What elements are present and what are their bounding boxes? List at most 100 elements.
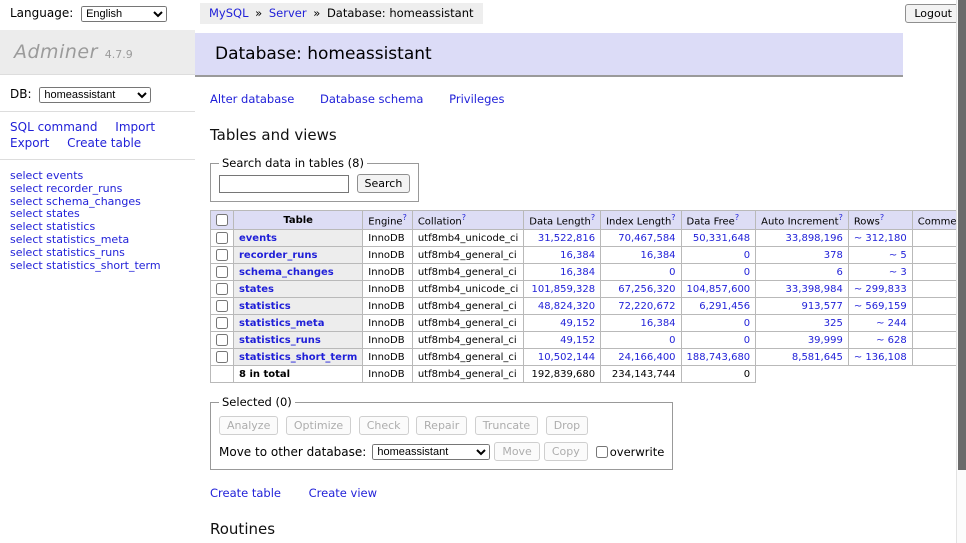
row-checkbox[interactable] xyxy=(216,351,228,363)
data-free-link[interactable]: 50,331,648 xyxy=(693,233,750,244)
index-length-link[interactable]: 67,256,320 xyxy=(618,284,675,295)
data-length-link[interactable]: 49,152 xyxy=(560,318,595,329)
row-checkbox[interactable] xyxy=(216,232,228,244)
table-name-link[interactable]: statistics xyxy=(239,301,291,312)
breadcrumb-server-link[interactable]: Server xyxy=(269,6,307,20)
search-button[interactable]: Search xyxy=(357,174,411,193)
table-name-link[interactable]: statistics_meta xyxy=(239,318,324,329)
auto-increment-link[interactable]: 8,581,645 xyxy=(792,352,843,363)
create-table-link[interactable]: Create table xyxy=(210,486,281,500)
rows-count-link[interactable]: ~ 312,180 xyxy=(854,233,907,244)
index-length-link[interactable]: 0 xyxy=(669,267,675,278)
database-schema-link[interactable]: Database schema xyxy=(320,92,423,106)
move-button[interactable]: Move xyxy=(494,442,540,461)
auto-increment-link[interactable]: 39,999 xyxy=(808,335,843,346)
rows-count-link[interactable]: ~ 244 xyxy=(876,318,907,329)
search-input[interactable] xyxy=(219,175,349,193)
data-length-link[interactable]: 48,824,320 xyxy=(538,301,595,312)
help-icon[interactable]: ? xyxy=(839,213,843,222)
table-name-link[interactable]: statistics_short_term xyxy=(239,352,357,363)
auto-increment-link[interactable]: 325 xyxy=(824,318,843,329)
data-free-link[interactable]: 0 xyxy=(744,318,750,329)
help-icon[interactable]: ? xyxy=(880,213,884,222)
help-icon[interactable]: ? xyxy=(462,213,466,222)
move-database-select[interactable]: homeassistant xyxy=(372,444,490,460)
auto-increment-link[interactable]: 33,898,196 xyxy=(786,233,843,244)
table-name-link[interactable]: states xyxy=(239,284,274,295)
row-checkbox[interactable] xyxy=(216,283,228,295)
scrollbar-thumb[interactable] xyxy=(958,0,966,470)
row-checkbox[interactable] xyxy=(216,317,228,329)
data-length-link[interactable]: 16,384 xyxy=(560,267,595,278)
index-length-link[interactable]: 24,166,400 xyxy=(618,352,675,363)
help-icon[interactable]: ? xyxy=(671,213,675,222)
rows-count-link[interactable]: ~ 628 xyxy=(876,335,907,346)
data-length-link[interactable]: 49,152 xyxy=(560,335,595,346)
export-link[interactable]: Export xyxy=(10,136,49,150)
index-length-link[interactable]: 72,220,672 xyxy=(618,301,675,312)
data-free-link[interactable]: 0 xyxy=(744,267,750,278)
privileges-link[interactable]: Privileges xyxy=(449,92,504,106)
overwrite-checkbox[interactable] xyxy=(596,446,608,458)
drop-button[interactable]: Drop xyxy=(546,416,588,435)
select-statistics-runs-link[interactable]: select statistics_runs xyxy=(10,246,125,259)
logout-button[interactable]: Logout xyxy=(905,4,961,23)
create-view-link[interactable]: Create view xyxy=(309,486,377,500)
help-icon[interactable]: ? xyxy=(403,213,407,222)
data-length-link[interactable]: 10,502,144 xyxy=(538,352,595,363)
table-name-link[interactable]: recorder_runs xyxy=(239,250,317,261)
check-button[interactable]: Check xyxy=(359,416,409,435)
data-free-link[interactable]: 0 xyxy=(744,335,750,346)
select-states-link[interactable]: select states xyxy=(10,207,80,220)
row-checkbox[interactable] xyxy=(216,300,228,312)
help-icon[interactable]: ? xyxy=(591,213,595,222)
row-checkbox[interactable] xyxy=(216,334,228,346)
help-icon[interactable]: ? xyxy=(735,213,739,222)
breadcrumb-mysql-link[interactable]: MySQL xyxy=(209,6,249,20)
auto-increment-link[interactable]: 913,577 xyxy=(801,301,842,312)
vertical-scrollbar[interactable] xyxy=(956,0,966,543)
index-length-link[interactable]: 0 xyxy=(669,335,675,346)
analyze-button[interactable]: Analyze xyxy=(219,416,278,435)
rows-count-link[interactable]: ~ 5 xyxy=(889,250,907,261)
sql-command-link[interactable]: SQL command xyxy=(10,120,97,134)
optimize-button[interactable]: Optimize xyxy=(286,416,351,435)
data-length-link[interactable]: 101,859,328 xyxy=(531,284,595,295)
table-name-link[interactable]: schema_changes xyxy=(239,267,334,278)
select-schema-changes-link[interactable]: select schema_changes xyxy=(10,195,141,208)
data-free-link[interactable]: 0 xyxy=(744,250,750,261)
create-table-link-sidebar[interactable]: Create table xyxy=(67,136,141,150)
data-free-link[interactable]: 104,857,600 xyxy=(687,284,751,295)
data-length-link[interactable]: 31,522,816 xyxy=(538,233,595,244)
data-length-link[interactable]: 16,384 xyxy=(560,250,595,261)
repair-button[interactable]: Repair xyxy=(416,416,467,435)
data-free-link[interactable]: 6,291,456 xyxy=(699,301,750,312)
db-select[interactable]: homeassistant xyxy=(39,87,151,103)
auto-increment-link[interactable]: 6 xyxy=(836,267,842,278)
table-name-link[interactable]: statistics_runs xyxy=(239,335,321,346)
row-checkbox[interactable] xyxy=(216,266,228,278)
language-select[interactable]: English xyxy=(81,6,167,22)
data-free-link[interactable]: 188,743,680 xyxy=(687,352,751,363)
truncate-button[interactable]: Truncate xyxy=(475,416,538,435)
row-checkbox[interactable] xyxy=(216,249,228,261)
rows-count-link[interactable]: ~ 299,833 xyxy=(854,284,907,295)
rows-count-link[interactable]: ~ 136,108 xyxy=(854,352,907,363)
rows-count-link[interactable]: ~ 3 xyxy=(889,267,907,278)
index-length-link[interactable]: 70,467,584 xyxy=(618,233,675,244)
alter-database-link[interactable]: Alter database xyxy=(210,92,294,106)
select-statistics-short-term-link[interactable]: select statistics_short_term xyxy=(10,259,161,272)
select-events-link[interactable]: select events xyxy=(10,169,83,182)
auto-increment-link[interactable]: 33,398,984 xyxy=(786,284,843,295)
select-statistics-meta-link[interactable]: select statistics_meta xyxy=(10,233,129,246)
select-recorder-runs-link[interactable]: select recorder_runs xyxy=(10,182,122,195)
import-link[interactable]: Import xyxy=(115,120,155,134)
select-all-checkbox[interactable] xyxy=(216,214,228,226)
select-statistics-link[interactable]: select statistics xyxy=(10,220,95,233)
copy-button[interactable]: Copy xyxy=(544,442,588,461)
rows-count-link[interactable]: ~ 569,159 xyxy=(854,301,907,312)
auto-increment-link[interactable]: 378 xyxy=(824,250,843,261)
table-name-link[interactable]: events xyxy=(239,233,277,244)
index-length-link[interactable]: 16,384 xyxy=(641,318,676,329)
index-length-link[interactable]: 16,384 xyxy=(641,250,676,261)
